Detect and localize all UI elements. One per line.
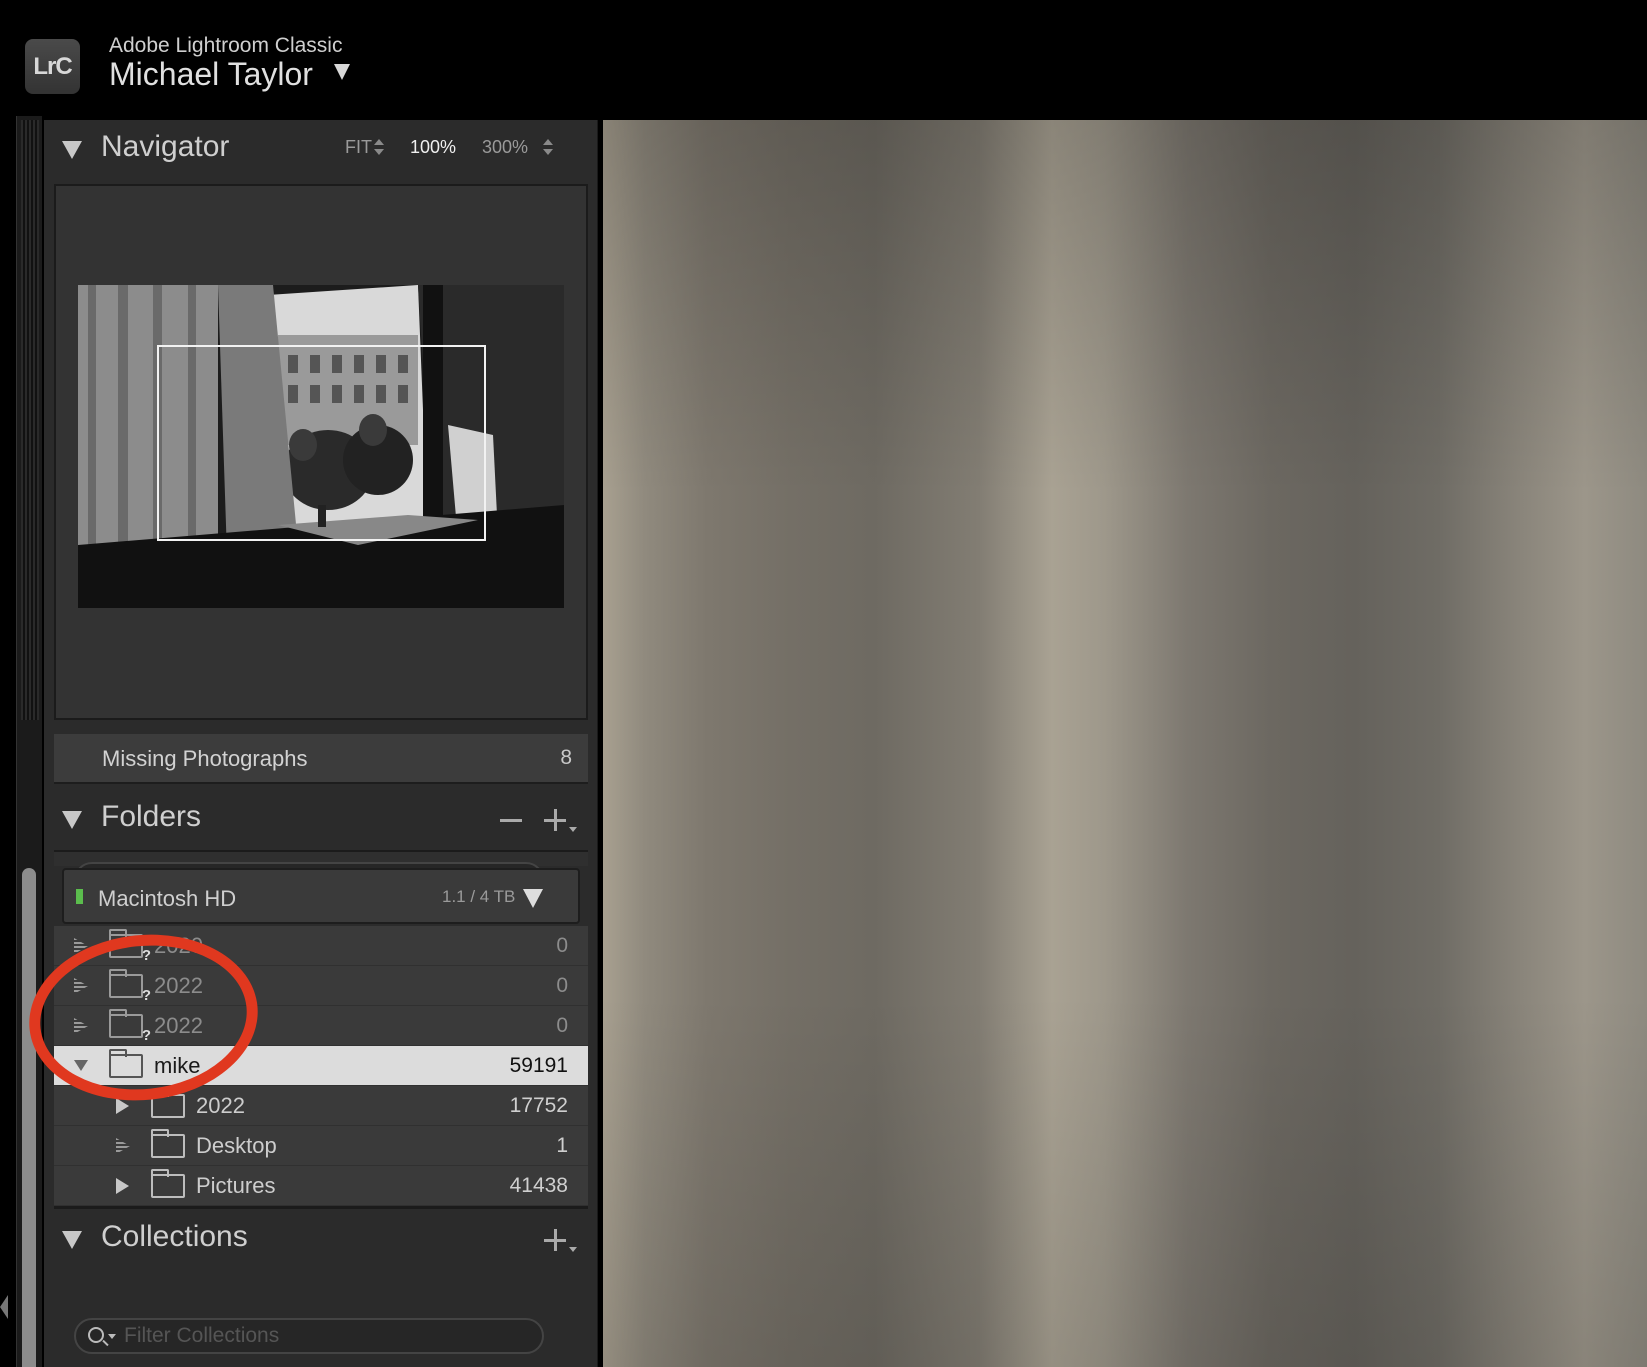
missing-photographs-row[interactable]: Missing Photographs 8	[54, 734, 588, 784]
folder-count: 0	[556, 934, 568, 957]
filter-collections-input[interactable]	[124, 1323, 524, 1349]
navigator-title: Navigator	[101, 130, 230, 163]
zoom-300[interactable]: 300%	[482, 137, 528, 158]
folder-name: Pictures	[196, 1173, 276, 1198]
volume-collapse-icon[interactable]	[523, 889, 543, 908]
folder-count: 1	[556, 1134, 568, 1157]
folders-title: Folders	[101, 800, 202, 833]
loupe-image-view[interactable]	[603, 120, 1647, 1367]
left-panel: Navigator FIT 100% 300% Missing Photogra…	[44, 120, 598, 1367]
folder-count: 0	[556, 1014, 568, 1037]
navigator-preview[interactable]	[54, 184, 588, 720]
add-collection-menu-caret-icon[interactable]	[569, 1247, 577, 1252]
zoom-fit-stepper-icon[interactable]	[374, 139, 384, 157]
lightroom-logo: LrC	[25, 39, 80, 94]
folder-count: 0	[556, 974, 568, 997]
zoom-fit[interactable]: FIT	[345, 137, 372, 158]
folder-row[interactable]: Pictures 41438	[54, 1166, 588, 1206]
collections-title: Collections	[101, 1220, 248, 1253]
search-options-caret-icon[interactable]	[108, 1334, 116, 1339]
folder-row[interactable]: Desktop 1	[54, 1126, 588, 1166]
add-folder-icon[interactable]	[544, 809, 566, 831]
remove-folder-icon[interactable]	[500, 819, 522, 822]
collections-header[interactable]: Collections	[44, 1210, 598, 1270]
missing-photographs-label: Missing Photographs	[102, 746, 308, 771]
add-collection-icon[interactable]	[544, 1229, 566, 1251]
expand-arrow-icon[interactable]	[116, 1138, 130, 1154]
volume-size: 1.1 / 4 TB	[442, 887, 516, 906]
title-bar: LrC Adobe Lightroom Classic Michael Tayl…	[0, 0, 1647, 116]
folders-bottom-divider	[54, 1206, 588, 1209]
chevron-down-icon[interactable]	[334, 64, 350, 80]
logo-text: LrC	[33, 52, 72, 80]
folder-icon	[151, 1129, 185, 1158]
expand-arrow-icon[interactable]	[116, 1178, 129, 1194]
panel-grip[interactable]	[21, 120, 39, 720]
zoom-100[interactable]: 100%	[410, 137, 456, 158]
missing-photographs-count: 8	[560, 746, 572, 769]
folder-name: Desktop	[196, 1133, 277, 1158]
disclosure-triangle-icon[interactable]	[62, 811, 82, 829]
disclosure-triangle-icon[interactable]	[62, 1231, 82, 1249]
expand-arrow-icon[interactable]	[116, 1098, 129, 1114]
left-panel-scrollbar[interactable]	[22, 868, 36, 1367]
folder-name: 2022	[196, 1093, 245, 1118]
volume-name: Macintosh HD	[98, 886, 237, 911]
folder-icon	[151, 1169, 185, 1198]
filter-collections-input-box[interactable]	[74, 1318, 544, 1354]
volume-status-indicator	[76, 889, 83, 904]
identity-plate-user-name[interactable]: Michael Taylor	[109, 56, 313, 93]
app-name: Adobe Lightroom Classic	[109, 34, 343, 57]
navigator-zoom-box[interactable]	[157, 345, 486, 541]
folder-count: 17752	[509, 1094, 568, 1117]
collapse-left-panel-icon[interactable]	[0, 1295, 8, 1319]
zoom-300-stepper-icon[interactable]	[543, 139, 553, 157]
disclosure-triangle-icon[interactable]	[62, 141, 82, 159]
add-folder-menu-caret-icon[interactable]	[569, 827, 577, 832]
folder-count: 41438	[509, 1174, 568, 1197]
folders-header[interactable]: Folders	[44, 790, 598, 850]
volume-header[interactable]: Macintosh HD 1.1 / 4 TB	[62, 868, 580, 924]
navigator-header[interactable]: Navigator FIT 100% 300%	[44, 120, 598, 180]
search-icon	[88, 1327, 104, 1343]
folder-count: 59191	[509, 1054, 568, 1077]
